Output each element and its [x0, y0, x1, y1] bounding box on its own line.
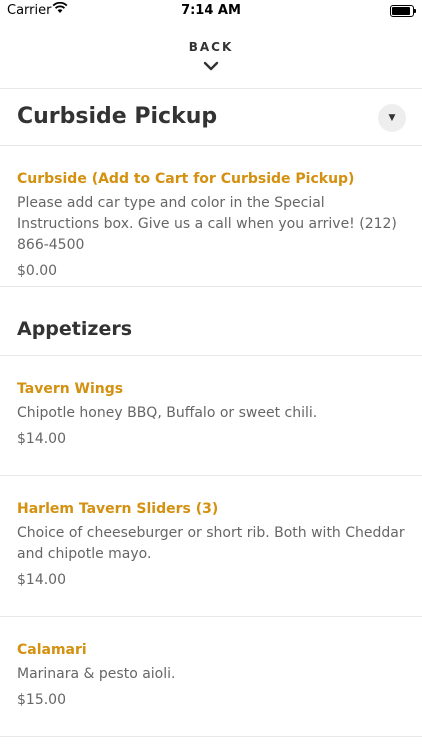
item-name[interactable]: Curbside (Add to Cart for Curbside Picku…: [17, 170, 405, 188]
back-button[interactable]: BACK: [0, 40, 422, 54]
section-title: Curbside Pickup: [17, 104, 218, 129]
menu-item[interactable]: Calamari Marinara & pesto aioli. $15.00: [0, 617, 422, 737]
section-dropdown-button[interactable]: ▼: [378, 104, 406, 132]
item-description: Please add car type and color in the Spe…: [17, 195, 397, 253]
item-name[interactable]: Tavern Wings: [17, 380, 405, 398]
item-price: $14.00: [17, 431, 66, 447]
item-description: Chipotle honey BBQ, Buffalo or sweet chi…: [17, 405, 318, 421]
triangle-down-icon: ▼: [388, 113, 396, 123]
menu-item[interactable]: Harlem Tavern Sliders (3) Choice of chee…: [0, 476, 422, 617]
category-header: Appetizers: [0, 287, 422, 356]
battery-icon: [390, 5, 416, 17]
item-price: $15.00: [17, 692, 66, 708]
item-name[interactable]: Harlem Tavern Sliders (3): [17, 500, 405, 518]
menu-item-curbside[interactable]: Curbside (Add to Cart for Curbside Picku…: [0, 146, 422, 287]
back-bar[interactable]: BACK: [0, 24, 422, 89]
chevron-down-icon[interactable]: [201, 60, 221, 72]
section-header: Curbside Pickup ▼: [0, 89, 422, 146]
item-name[interactable]: Calamari: [17, 641, 405, 659]
item-description: Choice of cheeseburger or short rib. Bot…: [17, 525, 405, 562]
item-description: Marinara & pesto aioli.: [17, 666, 176, 682]
category-title: Appetizers: [17, 318, 133, 340]
status-bar: Carrier 7:14 AM: [0, 0, 422, 24]
status-time: 7:14 AM: [181, 3, 241, 18]
item-price: $0.00: [17, 263, 58, 279]
menu-item[interactable]: Tavern Wings Chipotle honey BBQ, Buffalo…: [0, 356, 422, 476]
item-price: $14.00: [17, 572, 66, 588]
